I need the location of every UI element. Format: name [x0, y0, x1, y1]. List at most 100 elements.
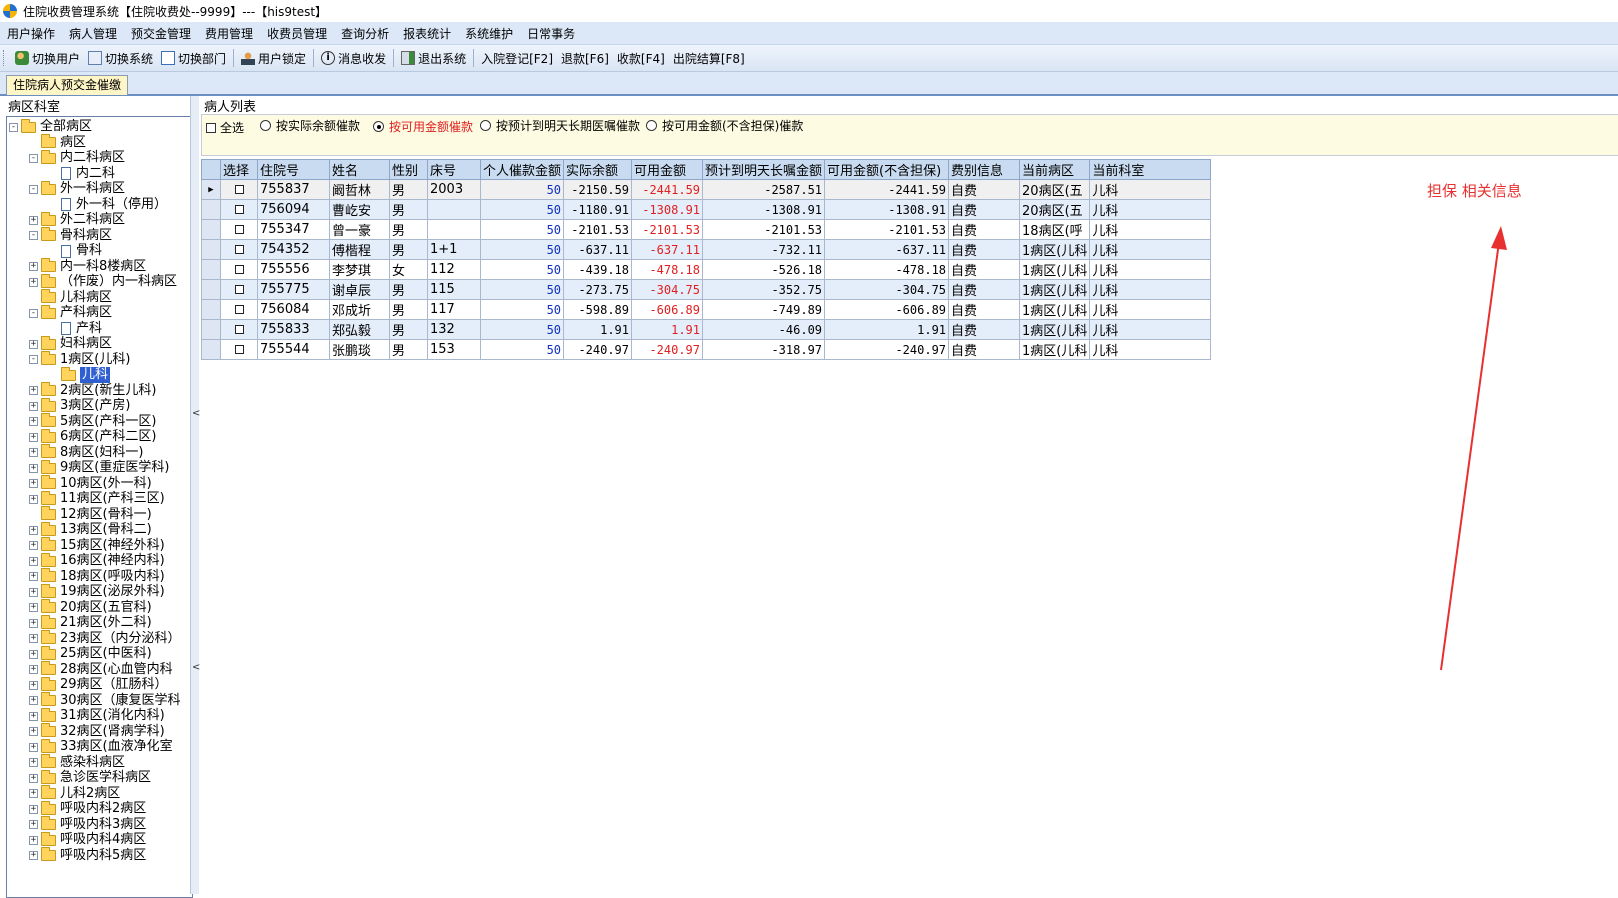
cell-ward[interactable]: 1病区(儿科	[1019, 339, 1091, 360]
tree-node[interactable]: +10病区(外一科)	[29, 475, 152, 492]
cell-fee[interactable]: 自费	[948, 339, 1021, 360]
col-header[interactable]: 费别信息	[948, 159, 1021, 180]
row-select-cell[interactable]	[220, 219, 258, 240]
tree-node[interactable]: + 妇科病区	[29, 335, 112, 352]
tree-node[interactable]: + 儿科2病区	[29, 785, 120, 802]
cell-bed[interactable]: 132	[427, 319, 481, 340]
tree-node[interactable]: 病区	[29, 134, 86, 151]
cell-name[interactable]: 李梦琪	[329, 259, 390, 280]
tree-node[interactable]: +5病区(产科一区)	[29, 413, 156, 430]
row-select-checkbox[interactable]	[234, 224, 244, 234]
expand-icon[interactable]: +	[29, 262, 38, 271]
expand-icon[interactable]: +	[29, 835, 38, 845]
tree-node[interactable]: +23病区（内分泌科）	[29, 630, 181, 647]
row-select-cell[interactable]	[220, 199, 258, 220]
menu-user-ops[interactable]: 用户操作	[0, 25, 62, 42]
cell-sex[interactable]: 男	[389, 279, 428, 300]
collapse-icon[interactable]: -	[9, 122, 18, 132]
cell-fee[interactable]: 自费	[948, 279, 1021, 300]
cell-ward[interactable]: 18病区(呼	[1019, 219, 1091, 240]
expand-icon[interactable]: +	[29, 789, 38, 798]
col-header[interactable]: 床号	[427, 159, 481, 180]
cell-fee[interactable]: 自费	[948, 299, 1021, 320]
tree-node[interactable]: +30病区（康复医学科	[29, 692, 181, 709]
expand-icon[interactable]: +	[29, 277, 38, 287]
cell-actual[interactable]: -1180.91	[563, 199, 633, 220]
cell-avail_ng[interactable]: -2101.53	[824, 219, 950, 240]
cell-avail_ng[interactable]: -1308.91	[824, 199, 950, 220]
row-select-cell[interactable]	[220, 179, 258, 200]
switch-system-button[interactable]: 切换系统	[84, 47, 157, 69]
col-header[interactable]: 住院号	[257, 159, 330, 180]
row-select-cell[interactable]	[220, 239, 258, 260]
tree-node[interactable]: + 呼吸内科2病区	[29, 800, 146, 817]
expand-icon[interactable]: +	[29, 680, 38, 690]
panel-splitter[interactable]: < <	[190, 96, 200, 894]
collapse-icon[interactable]: -	[29, 231, 38, 240]
message-button[interactable]: i 消息收发	[317, 47, 390, 69]
switch-user-button[interactable]: 切换用户	[11, 47, 84, 69]
tree-node[interactable]: +25病区(中医科)	[29, 645, 152, 662]
tree-node[interactable]: 骨科	[49, 243, 102, 259]
row-select-checkbox[interactable]	[234, 304, 244, 314]
expand-icon[interactable]: +	[29, 463, 38, 473]
cell-expected[interactable]: -352.75	[702, 279, 826, 300]
row-indicator[interactable]	[201, 319, 221, 340]
expand-icon[interactable]: +	[29, 634, 38, 643]
cell-expected[interactable]: -526.18	[702, 259, 826, 280]
col-header[interactable]: 可用金额	[631, 159, 704, 180]
tree-node[interactable]: - 产科病区	[29, 304, 112, 321]
tree-node[interactable]: +16病区(神经内科)	[29, 552, 165, 569]
cell-expected[interactable]: -732.11	[702, 239, 826, 260]
cell-dept[interactable]: 儿科	[1089, 319, 1212, 340]
refund-button[interactable]: 退款[F6]	[557, 47, 613, 69]
switch-dept-button[interactable]: 切换部门	[157, 47, 230, 69]
cell-ward[interactable]: 1病区(儿科	[1019, 239, 1091, 260]
expand-icon[interactable]: +	[29, 572, 38, 581]
cell-fee[interactable]: 自费	[948, 219, 1021, 240]
cell-fee[interactable]: 自费	[948, 179, 1021, 200]
expand-icon[interactable]: +	[29, 618, 38, 628]
expand-icon[interactable]: +	[29, 758, 38, 767]
cell-avail_ng[interactable]: -304.75	[824, 279, 950, 300]
cell-expected[interactable]: -2587.51	[702, 179, 826, 200]
col-header[interactable]: 个人催款金额	[479, 159, 565, 180]
cell-expected[interactable]: -46.09	[702, 319, 826, 340]
row-select-cell[interactable]	[220, 279, 258, 300]
tree-node[interactable]: 内二科	[49, 166, 115, 182]
expand-icon[interactable]: +	[29, 820, 38, 829]
cell-bed[interactable]: 2003	[427, 179, 481, 200]
cell-id[interactable]: 756094	[257, 199, 330, 220]
cell-dun[interactable]: 50	[479, 199, 565, 220]
cell-dept[interactable]: 儿科	[1089, 199, 1212, 220]
expand-icon[interactable]: +	[29, 665, 38, 674]
table-row[interactable]: ▶ 755837 阚哲林男 2003 50 -2150.59 -2441.59 -2587.5…	[201, 179, 1212, 200]
cell-bed[interactable]: 117	[427, 299, 481, 320]
expand-icon[interactable]: +	[29, 401, 38, 411]
cell-sex[interactable]: 男	[389, 199, 428, 220]
row-select-checkbox[interactable]	[234, 204, 244, 214]
tree-node[interactable]: +20病区(五官科)	[29, 599, 152, 616]
expand-icon[interactable]: +	[29, 541, 38, 550]
current-row-indicator-icon[interactable]: ▶	[201, 179, 221, 200]
cell-dun[interactable]: 50	[479, 259, 565, 280]
col-header[interactable]: 预计到明天长嘱金额	[702, 159, 826, 180]
tree-node[interactable]: + 内一科8楼病区	[29, 258, 146, 275]
charge-button[interactable]: 收款[F4]	[613, 47, 669, 69]
tree-node[interactable]: + 急诊医学科病区	[29, 769, 151, 786]
tree-node[interactable]: 儿科	[49, 366, 111, 383]
cell-avail[interactable]: -2441.59	[631, 179, 704, 200]
tree-node[interactable]: - 外一科病区	[29, 180, 125, 197]
cell-id[interactable]: 756084	[257, 299, 330, 320]
tree-node[interactable]: + 感染科病区	[29, 754, 125, 771]
menu-query[interactable]: 查询分析	[334, 25, 396, 42]
cell-dun[interactable]: 50	[479, 219, 565, 240]
col-header[interactable]: 实际余额	[563, 159, 633, 180]
expand-icon[interactable]: +	[29, 603, 38, 612]
cell-actual[interactable]: 1.91	[563, 319, 633, 340]
menu-reports[interactable]: 报表统计	[396, 25, 458, 42]
table-row[interactable]: 755347 曾一豪男 50 -2101.53 -2101.53 -2101.53 -210…	[201, 219, 1212, 240]
expand-icon[interactable]: +	[29, 587, 38, 597]
cell-avail[interactable]: -478.18	[631, 259, 704, 280]
collapse-icon[interactable]: -	[29, 153, 38, 163]
